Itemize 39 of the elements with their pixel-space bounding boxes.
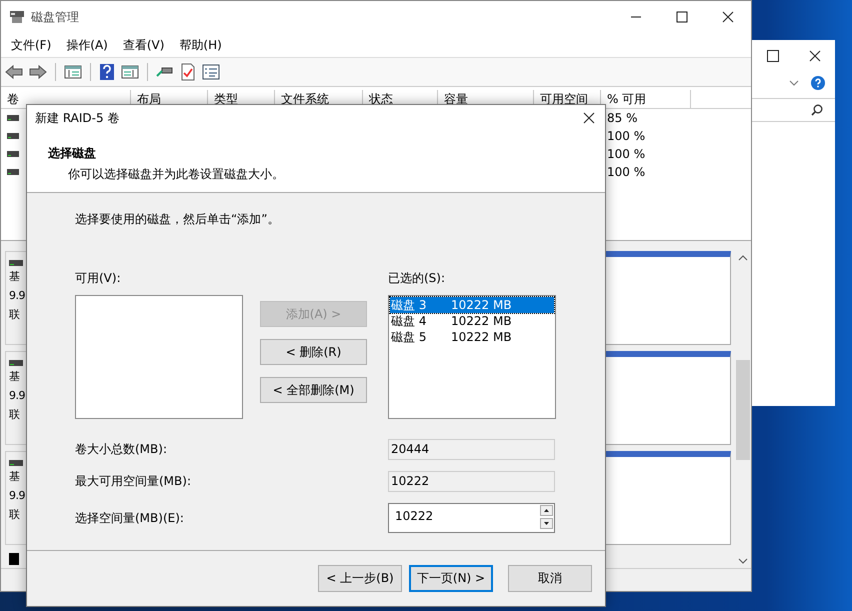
selected-disks-list[interactable]: 磁盘 3 10222 MB 磁盘 4 10222 MB 磁盘 5 10222 MB — [388, 295, 556, 419]
disk-text: 9.9 — [9, 288, 25, 304]
list-label: 可用(V): — [75, 270, 122, 287]
wizard-button[interactable]: < 上一步(B) — [318, 565, 402, 592]
field-label: 卷大小总数(MB): — [75, 441, 168, 458]
disk-text: 基 — [9, 369, 20, 385]
wizard-button[interactable]: 下一页(N) > — [409, 565, 493, 592]
window-title: 磁盘管理 — [31, 8, 79, 26]
readonly-field: 10222 — [388, 471, 555, 492]
list-item[interactable]: 磁盘 4 10222 MB — [390, 313, 554, 329]
disk-text: 基 — [9, 469, 20, 485]
list-item[interactable]: 磁盘 5 10222 MB — [390, 329, 554, 345]
spin-field[interactable]: 10222 — [388, 503, 555, 533]
table-cell: 85 % — [607, 111, 638, 125]
field-label: 选择空间量(MB)(E): — [75, 510, 185, 526]
list-item[interactable]: 磁盘 3 10222 MB — [390, 297, 554, 313]
field-label: 最大可用空间量(MB): — [75, 473, 192, 490]
dialog-title: 新建 RAID-5 卷 — [35, 110, 120, 126]
menu-item[interactable]: 查看(V) — [122, 36, 164, 54]
instruction-text: 选择要使用的磁盘，然后单击“添加”。 — [75, 211, 280, 228]
page-subheading: 你可以选择磁盘并为此卷设置磁盘大小。 — [68, 166, 285, 183]
disk-text: 9.9 — [9, 388, 25, 404]
disk-text: 9.9 — [9, 488, 25, 504]
page-heading: 选择磁盘 — [48, 145, 97, 162]
menu-item[interactable]: 文件(F) — [11, 36, 52, 54]
move-button[interactable]: < 全部删除(M) — [260, 377, 367, 403]
disk-text: 联 — [9, 407, 20, 423]
menu-item[interactable]: 操作(A) — [66, 36, 108, 54]
disk-text: 联 — [9, 307, 20, 323]
disk-text: 基 — [9, 269, 20, 285]
wizard-button[interactable]: 取消 — [508, 565, 592, 592]
menu-item[interactable]: 帮助(H) — [179, 36, 222, 54]
move-button[interactable]: < 删除(R) — [260, 339, 367, 365]
disk-text: 联 — [9, 507, 20, 523]
table-cell: 100 % — [607, 147, 646, 161]
table-cell: 100 % — [607, 165, 646, 179]
table-cell: 100 % — [607, 129, 646, 143]
list-label: 已选的(S): — [388, 270, 446, 287]
readonly-field: 20444 — [388, 439, 555, 460]
